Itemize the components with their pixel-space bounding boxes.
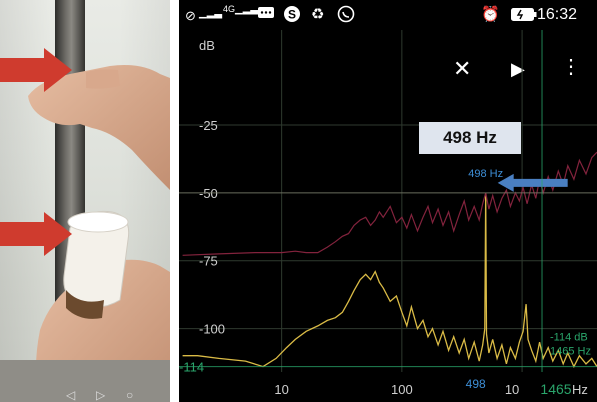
chart-marks: -25 -50 -75 -100 10 100 10 498 Hz 498 -114 -114 dB… — [179, 30, 597, 397]
status-bar: ⊘ ▁▂▃ 4G▁▂▃ S ♻ ⏰ 16:32 — [179, 0, 597, 30]
frequency-callout: 498 Hz — [419, 122, 521, 154]
photo-panel: ◁ ▷ ○ — [0, 0, 170, 402]
x-axis-label: Hz — [572, 382, 588, 397]
cursor-db-readout: -114 dB — [550, 332, 588, 344]
x-tick-label: 100 — [391, 382, 413, 397]
upper-thumb — [86, 69, 120, 89]
home-icon[interactable]: ▷ — [96, 388, 110, 402]
back-icon[interactable]: ◁ — [66, 388, 80, 402]
y-tick-label: -25 — [199, 118, 218, 133]
messages-icon — [257, 6, 275, 23]
phone-screen: ⊘ ▁▂▃ 4G▁▂▃ S ♻ ⏰ 16:32 ✕ ▶ ⋮ -25 -50 -75-… — [179, 0, 597, 402]
x-tick-label-partial: 10 — [505, 382, 519, 397]
skype-icon: S — [283, 5, 301, 26]
cursor-hz-readout: 1465 Hz — [550, 346, 591, 358]
whatsapp-icon — [337, 5, 355, 26]
y-tick-label: -75 — [199, 254, 218, 269]
recent-apps-icon[interactable]: ○ — [126, 388, 140, 402]
peak-hold-trace — [182, 151, 597, 256]
no-sim-icon: ⊘ — [185, 8, 196, 23]
y-tick-label: -50 — [199, 186, 218, 201]
floor — [0, 360, 170, 402]
peak-axis-label: 498 — [466, 377, 486, 391]
photo-illustration — [0, 0, 170, 402]
callout-label: 498 Hz — [443, 128, 497, 147]
x-tick-label: 10 — [274, 382, 288, 397]
y-tick-label: -100 — [199, 322, 225, 337]
cursor-axis-label: 1465 — [540, 381, 571, 397]
status-time: 16:32 — [536, 6, 577, 23]
battery-icon — [511, 8, 537, 24]
sync-icon: ♻ — [311, 6, 325, 23]
4g-signal-icon: 4G▁▂▃ — [223, 4, 259, 15]
spectrum-chart: -25 -50 -75 -100 10 100 10 498 Hz 498 -114 -114 dB… — [179, 30, 597, 397]
svg-text:S: S — [288, 8, 296, 22]
alarm-icon: ⏰ — [481, 6, 500, 23]
signal-icon: ▁▂▃ — [199, 8, 223, 19]
chart-grid — [179, 30, 597, 372]
y-axis-label: dB — [199, 38, 215, 53]
spectrum-trace — [182, 192, 597, 369]
tube-rim — [67, 211, 129, 233]
cursor-y-label: -114 — [179, 360, 204, 375]
peak-marker-label: 498 Hz — [468, 168, 503, 180]
